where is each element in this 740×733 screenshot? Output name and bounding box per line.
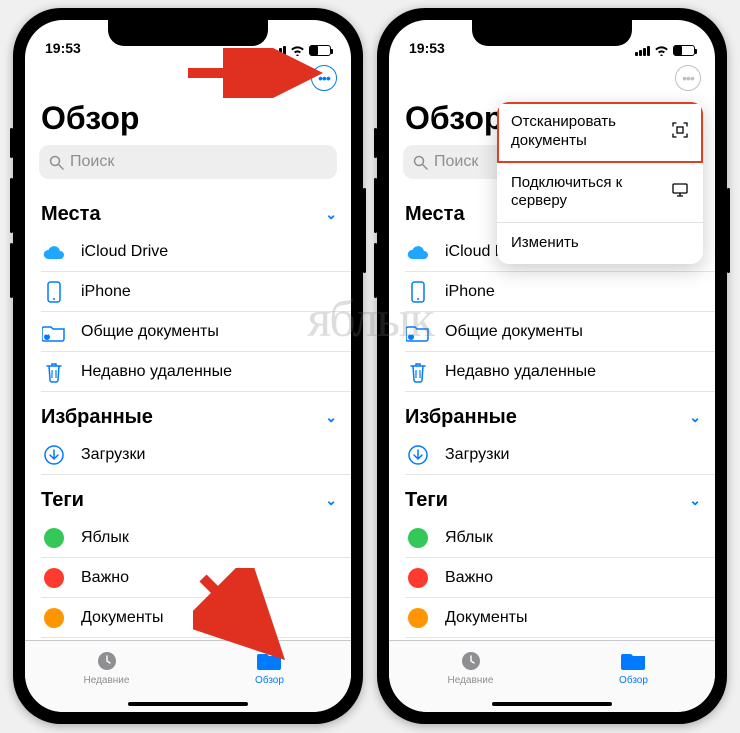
- chevron-down-icon: ⌄: [689, 409, 701, 426]
- section-tags[interactable]: Теги ⌄: [41, 475, 351, 518]
- tag-row[interactable]: Документы: [405, 598, 715, 638]
- chevron-down-icon: ⌄: [325, 492, 337, 509]
- scan-icon: [671, 121, 689, 143]
- tab-recent[interactable]: Недавние: [389, 641, 552, 694]
- section-favorites[interactable]: Избранные ⌄: [41, 392, 351, 435]
- row-iphone[interactable]: iPhone: [405, 272, 715, 312]
- wifi-icon: [290, 45, 305, 56]
- more-button[interactable]: •••: [675, 65, 701, 91]
- search-icon: [49, 155, 64, 170]
- phone-left: 19:53 ••• Обзор Поиск Места ⌄: [13, 8, 363, 724]
- search-icon: [413, 155, 428, 170]
- tab-browse[interactable]: Обзор: [552, 641, 715, 694]
- search-input[interactable]: Поиск: [39, 145, 337, 179]
- chevron-down-icon: ⌄: [325, 409, 337, 426]
- download-icon: [41, 442, 67, 468]
- tag-row[interactable]: Документы: [41, 598, 351, 638]
- status-time: 19:53: [45, 40, 81, 56]
- signal-icon: [635, 46, 650, 56]
- row-shared[interactable]: Общие документы: [41, 312, 351, 352]
- row-downloads[interactable]: Загрузки: [405, 435, 715, 475]
- menu-edit[interactable]: Изменить: [497, 223, 703, 264]
- wifi-icon: [654, 45, 669, 56]
- tag-dot: [408, 528, 428, 548]
- folder-shared-icon: [405, 319, 431, 345]
- chevron-down-icon: ⌄: [689, 492, 701, 509]
- phone-right: 19:53 ••• Обзор Поиск Места ⌄: [377, 8, 727, 724]
- folder-icon: [257, 649, 283, 673]
- row-icloud[interactable]: iCloud Drive: [41, 232, 351, 272]
- page-title: Обзор: [25, 98, 351, 145]
- clock-icon: [94, 649, 120, 673]
- row-trash[interactable]: Недавно удаленные: [41, 352, 351, 392]
- phone-icon: [41, 279, 67, 305]
- tag-dot: [44, 568, 64, 588]
- home-indicator[interactable]: [128, 702, 248, 706]
- row-downloads[interactable]: Загрузки: [41, 435, 351, 475]
- section-places[interactable]: Места ⌄: [41, 189, 351, 232]
- folder-icon: [621, 649, 647, 673]
- trash-icon: [405, 359, 431, 385]
- folder-shared-icon: [41, 319, 67, 345]
- tag-row[interactable]: Яблык: [405, 518, 715, 558]
- tag-row[interactable]: Яблык: [41, 518, 351, 558]
- row-iphone[interactable]: iPhone: [41, 272, 351, 312]
- tag-dot: [44, 528, 64, 548]
- phone-icon: [405, 279, 431, 305]
- download-icon: [405, 442, 431, 468]
- status-time: 19:53: [409, 40, 445, 56]
- tab-browse[interactable]: Обзор: [188, 641, 351, 694]
- context-menu: Отсканировать документы Подключиться к с…: [497, 102, 703, 264]
- row-trash[interactable]: Недавно удаленные: [405, 352, 715, 392]
- cloud-icon: [41, 239, 67, 265]
- menu-connect[interactable]: Подключиться к серверу: [497, 163, 703, 224]
- signal-icon: [271, 46, 286, 56]
- tag-row[interactable]: Важно: [405, 558, 715, 598]
- menu-scan[interactable]: Отсканировать документы: [497, 102, 703, 163]
- tab-recent[interactable]: Недавние: [25, 641, 188, 694]
- row-shared[interactable]: Общие документы: [405, 312, 715, 352]
- cloud-icon: [405, 239, 431, 265]
- section-tags[interactable]: Теги ⌄: [405, 475, 715, 518]
- battery-icon: [309, 45, 331, 56]
- more-button[interactable]: •••: [311, 65, 337, 91]
- tag-dot: [408, 568, 428, 588]
- tag-row[interactable]: Важно: [41, 558, 351, 598]
- chevron-down-icon: ⌄: [325, 206, 337, 223]
- tag-dot: [408, 608, 428, 628]
- battery-icon: [673, 45, 695, 56]
- server-icon: [671, 182, 689, 202]
- clock-icon: [458, 649, 484, 673]
- status-bar: 19:53: [25, 20, 351, 58]
- home-indicator[interactable]: [492, 702, 612, 706]
- section-favorites[interactable]: Избранные ⌄: [405, 392, 715, 435]
- trash-icon: [41, 359, 67, 385]
- tag-dot: [44, 608, 64, 628]
- status-bar: 19:53: [389, 20, 715, 58]
